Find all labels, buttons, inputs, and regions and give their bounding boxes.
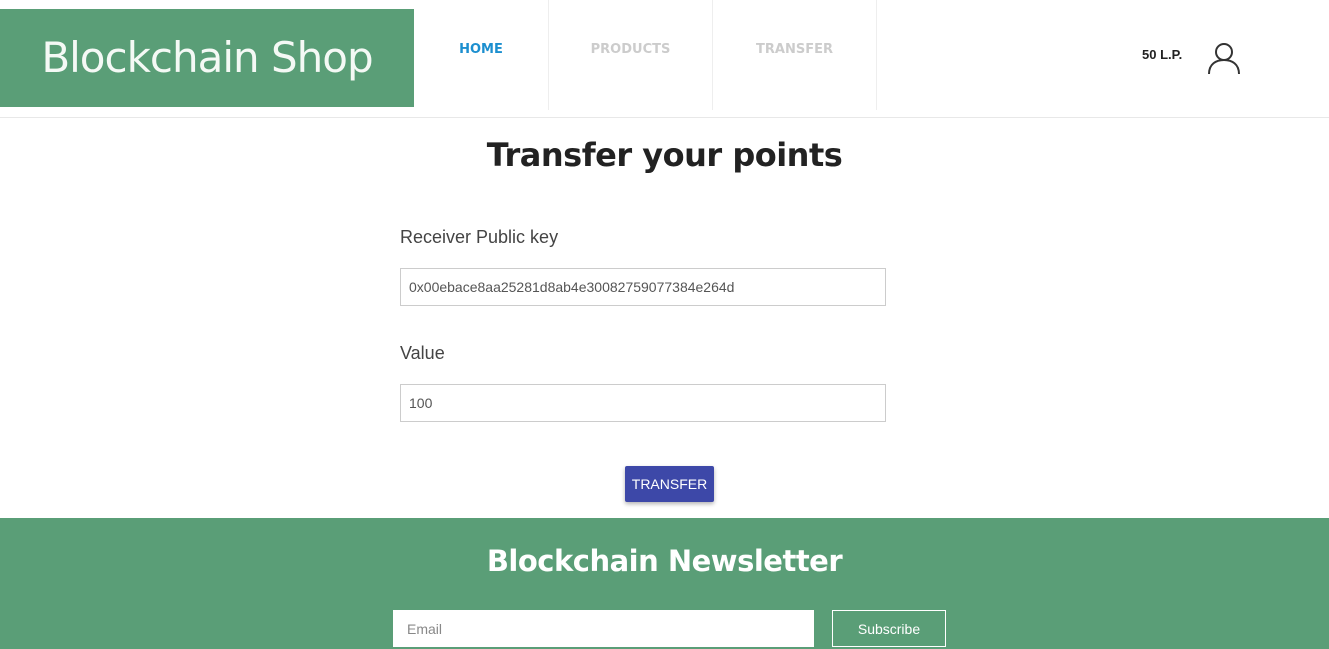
nav-item-products[interactable]: PRODUCTS xyxy=(549,0,713,110)
user-icon[interactable] xyxy=(1206,40,1242,76)
nav-item-home[interactable]: HOME xyxy=(414,0,549,110)
site-logo[interactable]: Blockchain Shop xyxy=(0,9,414,107)
newsletter-title: Blockchain Newsletter xyxy=(486,544,843,578)
value-input[interactable] xyxy=(400,384,886,422)
subscribe-button[interactable]: Subscribe xyxy=(832,610,946,647)
nav-item-transfer[interactable]: TRANSFER xyxy=(713,0,877,110)
main-nav: HOME PRODUCTS TRANSFER xyxy=(414,0,877,110)
receiver-key-input[interactable] xyxy=(400,268,886,306)
points-balance: 50 L.P. xyxy=(1142,47,1183,62)
site-header: Blockchain Shop HOME PRODUCTS TRANSFER 5… xyxy=(0,0,1329,118)
transfer-button[interactable]: TRANSFER xyxy=(625,466,714,502)
page-title: Transfer your points xyxy=(486,136,843,174)
newsletter-footer: Blockchain Newsletter Subscribe xyxy=(0,518,1329,649)
value-label: Value xyxy=(400,343,445,363)
email-input[interactable] xyxy=(393,610,814,647)
receiver-key-label: Receiver Public key xyxy=(400,227,559,247)
